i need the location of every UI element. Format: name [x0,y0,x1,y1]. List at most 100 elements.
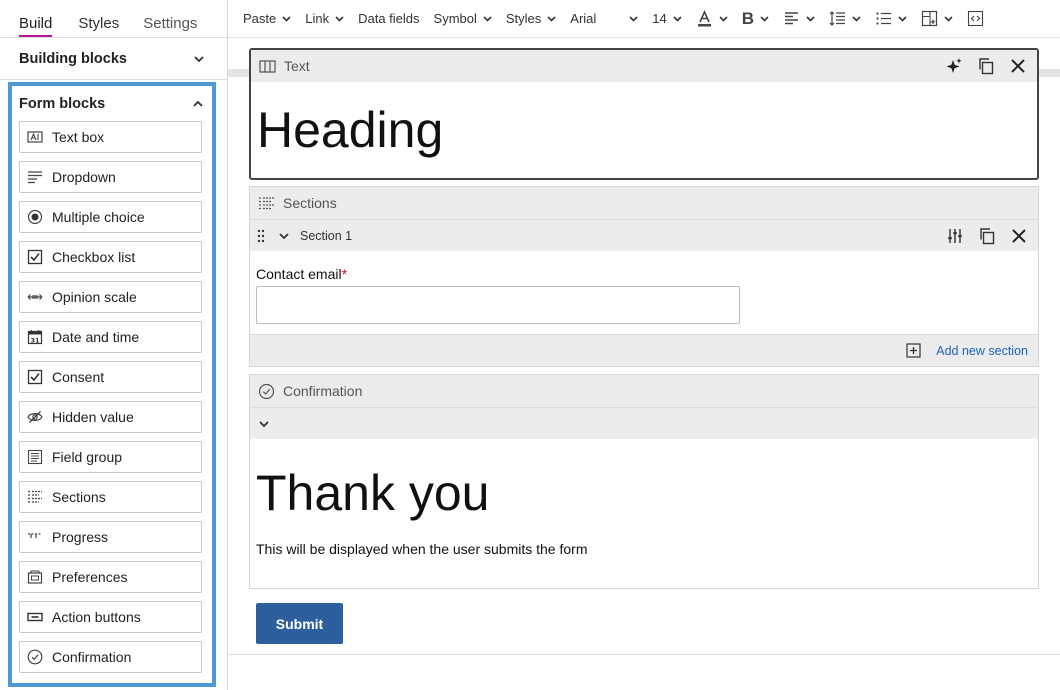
add-section-row: Add new section [250,334,1038,366]
ai-sparkle-button[interactable] [943,55,965,77]
source-code-button[interactable] [960,0,991,38]
font-family-select[interactable]: Arial [563,0,645,38]
chevron-down-icon [852,14,861,23]
confirmation-note[interactable]: This will be displayed when the user sub… [250,523,1038,557]
panel-tabs: Build Styles Settings [0,0,227,38]
form-blocks-header[interactable]: Form blocks [12,86,212,121]
editor-toolbar: Paste Link Data fields Symbol Styles Ari… [228,0,1060,38]
settings-sliders-button[interactable] [944,225,966,247]
radio-icon [26,208,44,226]
left-panel: Build Styles Settings Building blocks Fo… [0,0,228,690]
svg-text:31: 31 [30,336,40,344]
symbol-menu[interactable]: Symbol [427,0,499,38]
align-button[interactable] [776,0,822,38]
dropdown-icon [26,168,44,186]
confirmation-block[interactable]: Confirmation Thank you This will be disp… [249,374,1039,589]
chevron-down-icon [944,14,953,23]
block-consent[interactable]: Consent [19,361,202,393]
form-canvas: Text Heading Sections Section 1 Contact … [228,38,1060,655]
block-label: Date and time [52,329,140,345]
block-dropdown[interactable]: Dropdown [19,161,202,193]
tab-build[interactable]: Build [19,15,53,37]
block-label: Opinion scale [52,289,137,305]
add-new-section-link[interactable]: Add new section [936,344,1028,358]
bold-icon: B [741,8,755,28]
block-checkbox-list[interactable]: Checkbox list [19,241,202,273]
align-left-icon [783,10,800,27]
drag-handle-icon[interactable] [256,228,268,244]
contact-email-label: Contact email* [250,251,1038,282]
data-fields-menu[interactable]: Data fields [351,0,426,38]
chevron-down-icon [719,14,728,23]
chevron-down-icon[interactable] [278,229,292,243]
close-icon[interactable] [1008,225,1030,247]
block-date-and-time[interactable]: 31 Date and time [19,321,202,353]
insert-table-icon [921,10,938,27]
block-label: Action buttons [52,609,141,625]
sections-icon [258,194,276,212]
block-opinion-scale[interactable]: Opinion scale [19,281,202,313]
preferences-icon [26,568,44,586]
heading-text[interactable]: Heading [251,82,1037,160]
add-box-icon[interactable] [906,342,922,359]
block-label: Consent [52,369,105,385]
sections-icon [26,488,44,506]
font-size-value: 14 [652,11,667,26]
sections-block[interactable]: Sections Section 1 Contact email* Add ne… [249,186,1039,367]
block-label: Multiple choice [52,209,145,225]
confirmation-block-title: Confirmation [283,383,363,399]
bullet-list-icon [875,10,892,27]
contact-email-field[interactable] [256,286,740,324]
line-height-button[interactable] [822,0,868,38]
section-actions [934,225,1030,247]
chevron-down-icon [760,14,769,23]
sections-block-title: Sections [283,195,337,211]
insert-button[interactable] [914,0,960,38]
tab-settings[interactable]: Settings [143,15,197,37]
block-label: Sections [52,489,106,505]
duplicate-button[interactable] [975,55,997,77]
calendar-icon: 31 [26,328,44,346]
required-mark: * [341,266,348,282]
check-circle-icon [258,382,276,400]
link-menu[interactable]: Link [298,0,351,38]
tab-styles[interactable]: Styles [78,15,119,37]
block-action-buttons[interactable]: Action buttons [19,601,202,633]
block-sections[interactable]: Sections [19,481,202,513]
submit-button[interactable]: Submit [256,603,343,644]
paste-menu[interactable]: Paste [228,0,298,38]
text-block-header: Text [251,50,1037,82]
field-group-icon [26,448,44,466]
block-field-group[interactable]: Field group [19,441,202,473]
line-height-icon [829,10,846,27]
thank-you-heading[interactable]: Thank you [250,439,1038,523]
bold-button[interactable]: B [735,0,776,38]
building-blocks-header[interactable]: Building blocks [0,38,227,80]
block-preferences[interactable]: Preferences [19,561,202,593]
list-button[interactable] [868,0,914,38]
duplicate-button[interactable] [976,225,998,247]
block-hidden-value[interactable]: Hidden value [19,401,202,433]
text-box-icon [26,128,44,146]
section-row: Section 1 [250,219,1038,251]
chevron-down-icon [673,14,682,23]
checkbox-icon [26,248,44,266]
confirmation-toggle-row [250,407,1038,439]
block-progress[interactable]: Progress [19,521,202,553]
text-block-title: Text [284,58,310,74]
chevron-down-icon[interactable] [258,417,272,431]
text-color-icon [696,10,713,27]
columns-icon [259,57,277,75]
chevron-down-icon [483,14,492,23]
styles-menu[interactable]: Styles [499,0,563,38]
block-confirmation[interactable]: Confirmation [19,641,202,673]
block-multiple-choice[interactable]: Multiple choice [19,201,202,233]
block-text-box[interactable]: Text box [19,121,202,153]
font-size-select[interactable]: 14 [645,0,688,38]
block-label: Text box [52,129,105,145]
text-block[interactable]: Text Heading [249,48,1039,180]
chevron-down-icon [547,14,556,23]
text-color-button[interactable] [689,0,735,38]
styles-label: Styles [505,11,542,26]
close-icon[interactable] [1007,55,1029,77]
